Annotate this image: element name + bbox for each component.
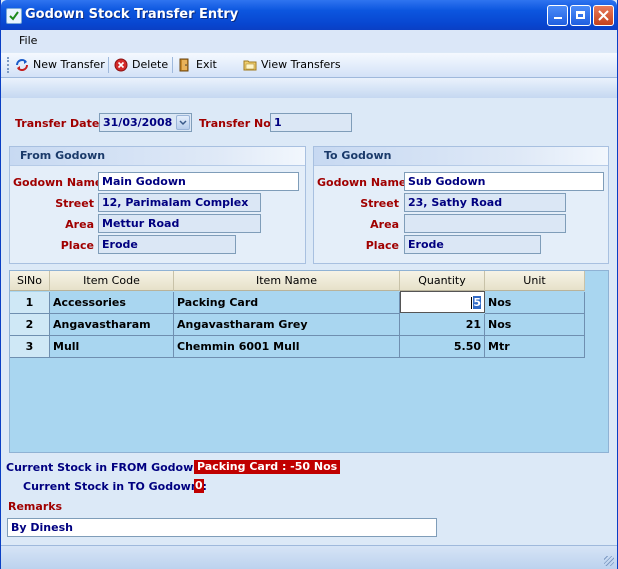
remarks-field[interactable]: By Dinesh [7, 518, 437, 537]
app-check-icon [6, 8, 22, 24]
from-street-label: Street [55, 197, 94, 210]
row-1-quantity-editor[interactable]: 5 [400, 291, 485, 313]
toolbar-grip[interactable] [7, 57, 11, 73]
to-place-label: Place [365, 239, 399, 252]
row-1-quantity: 5 [473, 296, 481, 309]
toolbar-separator [172, 57, 173, 73]
row-2-unit[interactable]: Nos [485, 314, 585, 336]
from-place-label: Place [60, 239, 94, 252]
row-2-slno[interactable]: 2 [10, 314, 50, 336]
row-2-item-name[interactable]: Angavastharam Grey [174, 314, 400, 336]
transfer-date-label: Transfer Date [15, 117, 100, 130]
refresh-icon [16, 59, 28, 71]
to-godown-header: To Godown [314, 147, 608, 166]
exit-door-icon [179, 58, 189, 72]
transfer-date-picker[interactable]: 31/03/2008 [99, 113, 192, 132]
from-godown-name-field[interactable]: Main Godown [98, 172, 299, 191]
delete-label: Delete [132, 58, 169, 71]
exit-label: Exit [196, 58, 217, 71]
exit-button[interactable]: Exit [178, 57, 218, 73]
menu-bar: File [1, 30, 617, 52]
maximize-icon [576, 11, 585, 19]
row-2-quantity[interactable]: 21 [400, 314, 485, 336]
to-stock-badge: 0 [194, 479, 204, 493]
toolbar: New Transfer Delete Exit View Transfers [1, 53, 617, 78]
menu-file[interactable]: File [19, 34, 37, 47]
column-header-quantity[interactable]: Quantity [400, 271, 485, 291]
toolbar-separator [108, 57, 109, 73]
header-band [1, 78, 617, 98]
row-1-item-name[interactable]: Packing Card [174, 292, 400, 314]
delete-button[interactable]: Delete [114, 57, 169, 73]
from-area-field[interactable]: Mettur Road [98, 214, 261, 233]
row-2-item-code[interactable]: Angavastharam [50, 314, 174, 336]
row-3-item-code[interactable]: Mull [50, 336, 174, 358]
remarks-label: Remarks [8, 500, 63, 513]
items-grid[interactable]: SlNo Item Code Item Name Quantity Unit 1… [9, 270, 609, 453]
app-window: Godown Stock Transfer Entry File New Tra… [0, 0, 618, 569]
row-1-slno[interactable]: 1 [10, 292, 50, 314]
to-area-label: Area [370, 218, 399, 231]
resize-grip-icon[interactable] [604, 556, 614, 566]
column-header-unit[interactable]: Unit [485, 271, 585, 291]
from-street-field[interactable]: 12, Parimalam Complex [98, 193, 261, 212]
close-button[interactable] [593, 5, 614, 26]
row-3-quantity[interactable]: 5.50 [400, 336, 485, 358]
transfer-no-label: Transfer No [199, 117, 271, 130]
status-bar [1, 545, 617, 569]
to-area-field[interactable] [404, 214, 566, 233]
date-dropdown-button[interactable] [176, 115, 190, 130]
row-3-unit[interactable]: Mtr [485, 336, 585, 358]
to-godown-name-label: Godown Name [317, 176, 407, 189]
to-place-field[interactable]: Erode [404, 235, 541, 254]
view-transfers-label: View Transfers [261, 58, 341, 71]
transfer-date-value: 31/03/2008 [103, 116, 173, 129]
minimize-button[interactable] [547, 5, 568, 26]
minimize-icon [553, 17, 562, 19]
row-3-item-name[interactable]: Chemmin 6001 Mull [174, 336, 400, 358]
folder-icon [243, 60, 257, 71]
from-godown-title: From Godown [20, 149, 106, 162]
row-1-unit[interactable]: Nos [485, 292, 585, 314]
column-header-slno[interactable]: SlNo [10, 271, 50, 291]
row-3-slno[interactable]: 3 [10, 336, 50, 358]
column-header-item-name[interactable]: Item Name [174, 271, 400, 291]
chevron-down-icon [179, 120, 187, 126]
to-godown-name-field[interactable]: Sub Godown [404, 172, 604, 191]
to-street-label: Street [360, 197, 399, 210]
from-place-field[interactable]: Erode [98, 235, 236, 254]
maximize-button[interactable] [570, 5, 591, 26]
to-godown-title: To Godown [324, 149, 392, 162]
close-icon [598, 10, 609, 21]
new-transfer-button[interactable]: New Transfer [15, 57, 105, 73]
row-1-item-code[interactable]: Accessories [50, 292, 174, 314]
new-transfer-label: New Transfer [33, 58, 105, 71]
to-stock-label: Current Stock in TO Godown : [23, 480, 207, 493]
to-street-field[interactable]: 23, Sathy Road [404, 193, 566, 212]
window-title: Godown Stock Transfer Entry [25, 7, 239, 22]
transfer-no-field[interactable]: 1 [270, 113, 352, 132]
from-godown-name-label: Godown Name [13, 176, 103, 189]
from-area-label: Area [65, 218, 94, 231]
column-header-item-code[interactable]: Item Code [50, 271, 174, 291]
from-stock-badge: Packing Card : -50 Nos [194, 460, 341, 474]
title-bar[interactable]: Godown Stock Transfer Entry [1, 0, 617, 30]
from-godown-header: From Godown [10, 147, 305, 166]
delete-icon [114, 58, 128, 72]
from-stock-label: Current Stock in FROM Godown : [6, 461, 210, 474]
view-transfers-button[interactable]: View Transfers [243, 57, 341, 73]
